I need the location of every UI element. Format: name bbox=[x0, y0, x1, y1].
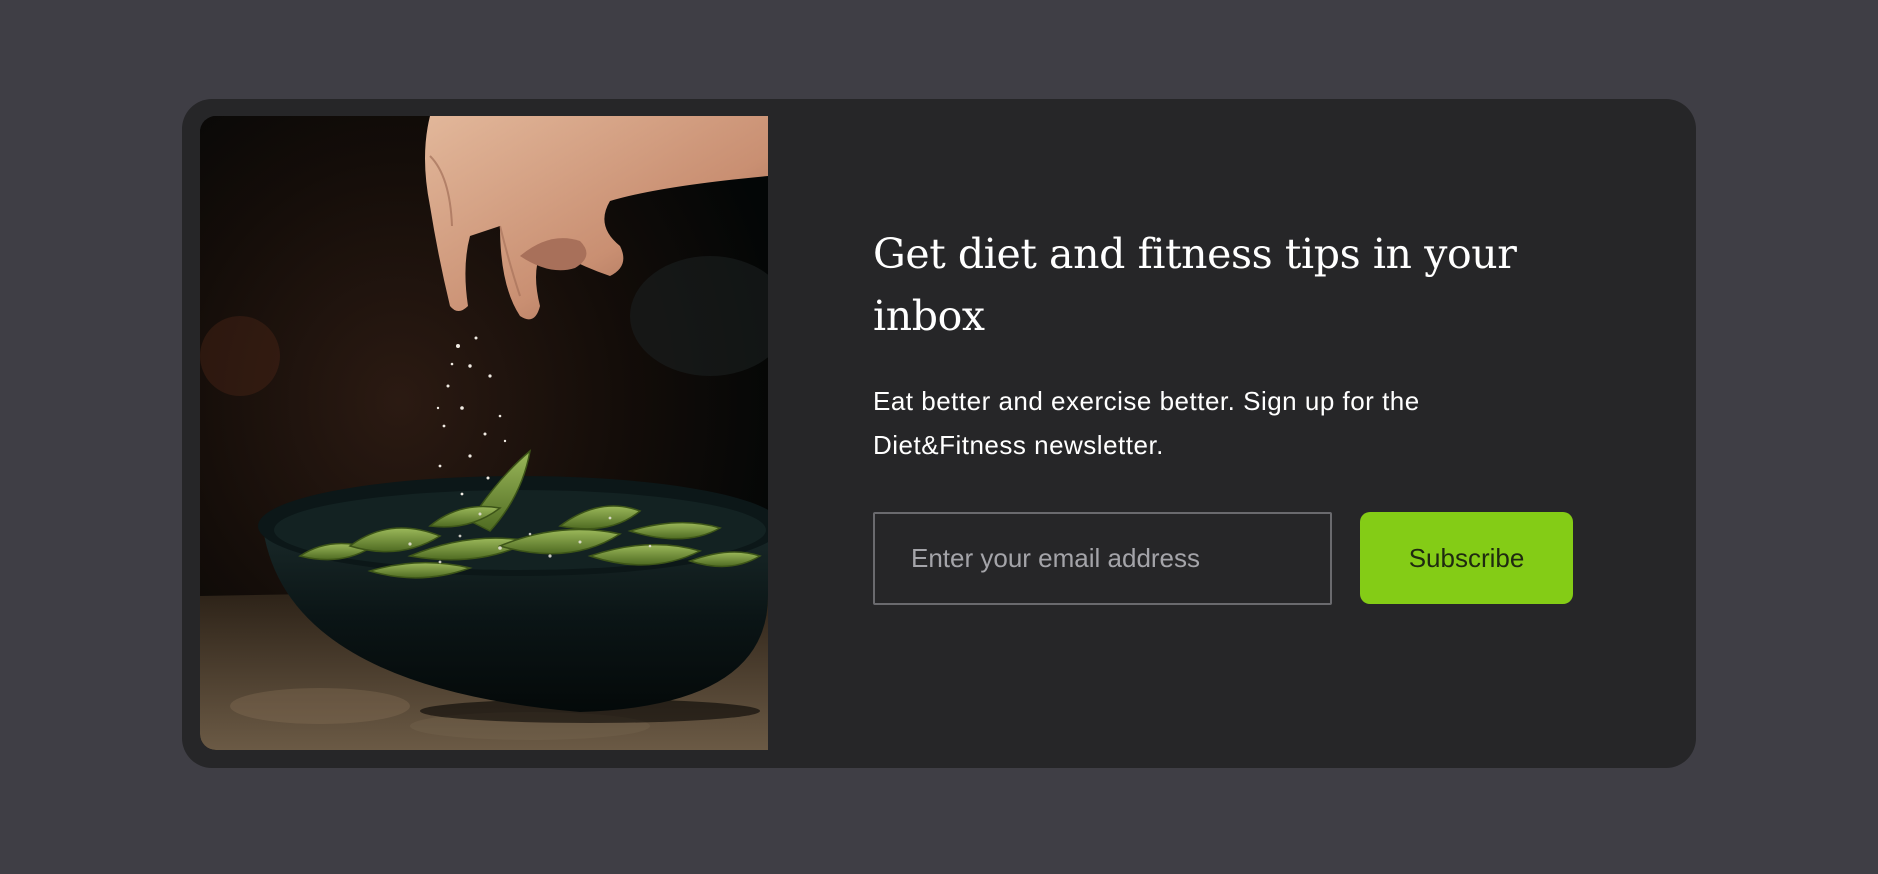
edamame-photo bbox=[200, 116, 768, 750]
newsletter-description: Eat better and exercise better. Sign up … bbox=[873, 386, 1420, 460]
email-input[interactable] bbox=[873, 512, 1332, 605]
newsletter-headline: Get diet and fitness tips in your inbox bbox=[873, 230, 1517, 340]
subscribe-button[interactable]: Subscribe bbox=[1360, 512, 1573, 604]
signup-form: Subscribe bbox=[873, 512, 1593, 605]
newsletter-content: Get diet and fitness tips in your inbox … bbox=[873, 99, 1633, 768]
newsletter-card: Get diet and fitness tips in your inbox … bbox=[182, 99, 1696, 768]
